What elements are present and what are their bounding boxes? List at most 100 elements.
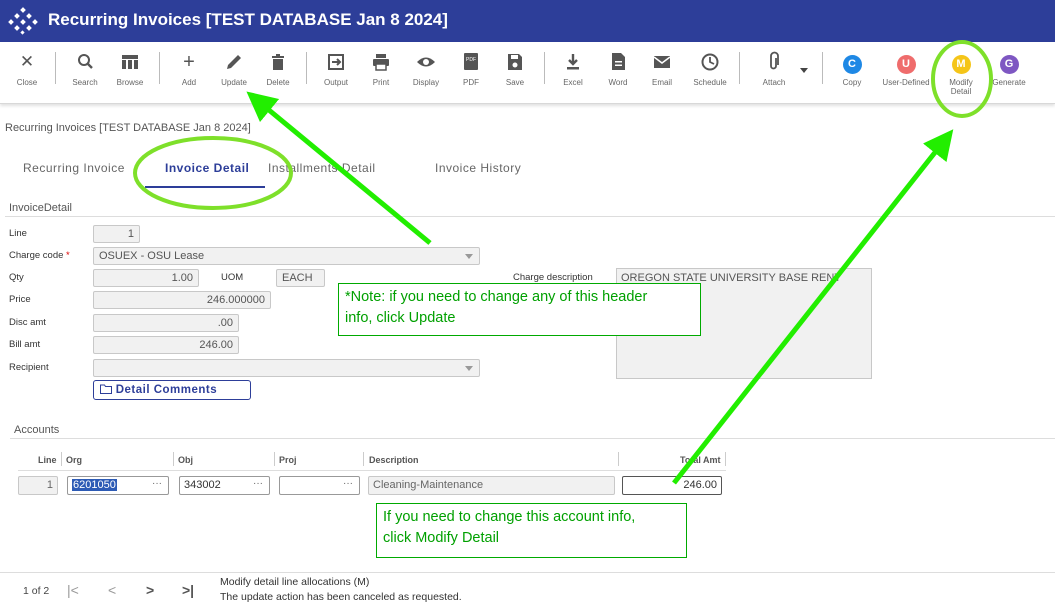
recipient-label: Recipient bbox=[9, 362, 49, 373]
printer-icon bbox=[373, 54, 389, 71]
copy-button[interactable]: C Copy bbox=[828, 50, 876, 96]
toolbar-divider bbox=[306, 52, 307, 84]
column-divider bbox=[363, 452, 364, 466]
total-amt-input[interactable]: 246.00 bbox=[622, 476, 722, 495]
uom-label: UOM bbox=[221, 272, 244, 283]
document-icon bbox=[612, 53, 625, 70]
clock-icon bbox=[701, 53, 719, 71]
charge-code-select[interactable]: OSUEX - OSU Lease bbox=[93, 247, 480, 265]
more-icon[interactable]: ··· bbox=[152, 478, 162, 489]
user-defined-button[interactable]: U User-Defined bbox=[878, 50, 934, 96]
column-header-total-amt[interactable]: Total Amt bbox=[680, 455, 721, 465]
svg-text:PDF: PDF bbox=[466, 57, 476, 63]
chevron-down-icon bbox=[465, 254, 473, 259]
window-title: Recurring Invoices [TEST DATABASE Jan 8 … bbox=[48, 10, 448, 29]
previous-page-icon[interactable]: < bbox=[108, 582, 116, 598]
folder-icon bbox=[100, 384, 112, 394]
bill-amt-label: Bill amt bbox=[9, 339, 41, 350]
chevron-down-icon bbox=[465, 366, 473, 371]
qty-label: Qty bbox=[9, 272, 24, 283]
column-header-line[interactable]: Line bbox=[38, 455, 57, 465]
section-title-invoice-detail: InvoiceDetail bbox=[9, 202, 72, 214]
floppy-disk-icon bbox=[508, 54, 522, 70]
add-button[interactable]: + Add bbox=[165, 50, 213, 96]
modify-detail-note-callout: If you need to change this account info,… bbox=[376, 503, 687, 558]
update-button[interactable]: Update bbox=[210, 50, 258, 96]
app-logo-icon[interactable] bbox=[8, 6, 38, 36]
toolbar-divider bbox=[159, 52, 160, 84]
section-divider bbox=[5, 216, 1055, 217]
word-button[interactable]: Word bbox=[594, 50, 642, 96]
modify-detail-icon: M bbox=[951, 55, 971, 74]
tab-invoice-history[interactable]: Invoice History bbox=[435, 161, 521, 175]
display-button[interactable]: Display bbox=[402, 50, 450, 96]
disc-amt-field[interactable]: .00 bbox=[93, 314, 239, 332]
close-button[interactable]: ✕ Close bbox=[3, 50, 51, 96]
browse-button[interactable]: Browse bbox=[106, 50, 154, 96]
toolbar-divider bbox=[739, 52, 740, 84]
column-divider bbox=[725, 452, 726, 466]
search-button[interactable]: Search bbox=[61, 50, 109, 96]
output-button[interactable]: Output bbox=[312, 50, 360, 96]
schedule-button[interactable]: Schedule bbox=[686, 50, 734, 96]
first-page-icon[interactable]: |< bbox=[67, 582, 79, 598]
print-button[interactable]: Print bbox=[357, 50, 405, 96]
charge-description-label: Charge description bbox=[513, 272, 593, 283]
section-divider bbox=[10, 438, 1055, 439]
price-field[interactable]: 246.000000 bbox=[93, 291, 271, 309]
page-indicator: 1 of 2 bbox=[23, 585, 50, 597]
org-input[interactable]: 6201050 ··· bbox=[67, 476, 169, 495]
excel-button[interactable]: Excel bbox=[549, 50, 597, 96]
delete-button[interactable]: Delete bbox=[254, 50, 302, 96]
column-header-description[interactable]: Description bbox=[369, 455, 419, 465]
more-icon[interactable]: ··· bbox=[253, 478, 263, 489]
description-cell: Cleaning-Maintenance bbox=[368, 476, 615, 495]
column-header-proj[interactable]: Proj bbox=[279, 455, 297, 465]
pencil-icon bbox=[227, 55, 241, 69]
eye-icon bbox=[417, 57, 435, 67]
column-header-obj[interactable]: Obj bbox=[178, 455, 193, 465]
modify-detail-button[interactable]: M Modify Detail bbox=[937, 50, 985, 96]
detail-comments-button[interactable]: Detail Comments bbox=[93, 380, 251, 400]
attach-dropdown-caret-icon[interactable] bbox=[800, 68, 808, 73]
breadcrumb: Recurring Invoices [TEST DATABASE Jan 8 … bbox=[5, 122, 251, 134]
column-divider bbox=[618, 452, 619, 466]
plus-icon: + bbox=[183, 51, 195, 73]
price-label: Price bbox=[9, 294, 31, 305]
pdf-icon: PDF bbox=[464, 53, 478, 70]
status-bar: 1 of 2 |< < > >| Modify detail line allo… bbox=[0, 572, 1055, 611]
line-field[interactable]: 1 bbox=[93, 225, 140, 243]
close-icon: ✕ bbox=[19, 52, 35, 71]
proj-input[interactable]: ··· bbox=[279, 476, 360, 495]
column-divider bbox=[173, 452, 174, 466]
tab-recurring-invoice[interactable]: Recurring Invoice bbox=[23, 161, 125, 175]
more-icon[interactable]: ··· bbox=[343, 478, 353, 489]
status-message-primary: Modify detail line allocations (M) bbox=[220, 576, 370, 588]
envelope-icon bbox=[653, 56, 671, 68]
attach-button[interactable]: Attach bbox=[750, 50, 798, 96]
pdf-button[interactable]: PDF PDF bbox=[447, 50, 495, 96]
last-page-icon[interactable]: >| bbox=[182, 582, 194, 598]
obj-input[interactable]: 343002 ··· bbox=[179, 476, 270, 495]
bill-amt-field[interactable]: 246.00 bbox=[93, 336, 239, 354]
tab-invoice-detail[interactable]: Invoice Detail bbox=[165, 161, 249, 175]
output-icon bbox=[328, 54, 344, 70]
toolbar-divider bbox=[55, 52, 56, 84]
uom-field[interactable]: EACH bbox=[276, 269, 325, 287]
column-header-org[interactable]: Org bbox=[66, 455, 82, 465]
generate-button[interactable]: G Generate bbox=[985, 50, 1033, 96]
toolbar-divider bbox=[822, 52, 823, 84]
browse-icon bbox=[122, 55, 138, 69]
next-page-icon[interactable]: > bbox=[146, 582, 154, 598]
recipient-select[interactable] bbox=[93, 359, 480, 377]
update-note-callout: *Note: if you need to change any of this… bbox=[338, 283, 701, 336]
trash-icon bbox=[272, 54, 284, 70]
active-tab-indicator bbox=[145, 186, 265, 188]
save-button[interactable]: Save bbox=[491, 50, 539, 96]
title-bar: Recurring Invoices [TEST DATABASE Jan 8 … bbox=[0, 0, 1055, 42]
search-icon bbox=[78, 54, 93, 69]
qty-field[interactable]: 1.00 bbox=[93, 269, 199, 287]
tab-installments-detail[interactable]: Installments Detail bbox=[268, 161, 376, 175]
email-button[interactable]: Email bbox=[638, 50, 686, 96]
disc-amt-label: Disc amt bbox=[9, 317, 46, 328]
